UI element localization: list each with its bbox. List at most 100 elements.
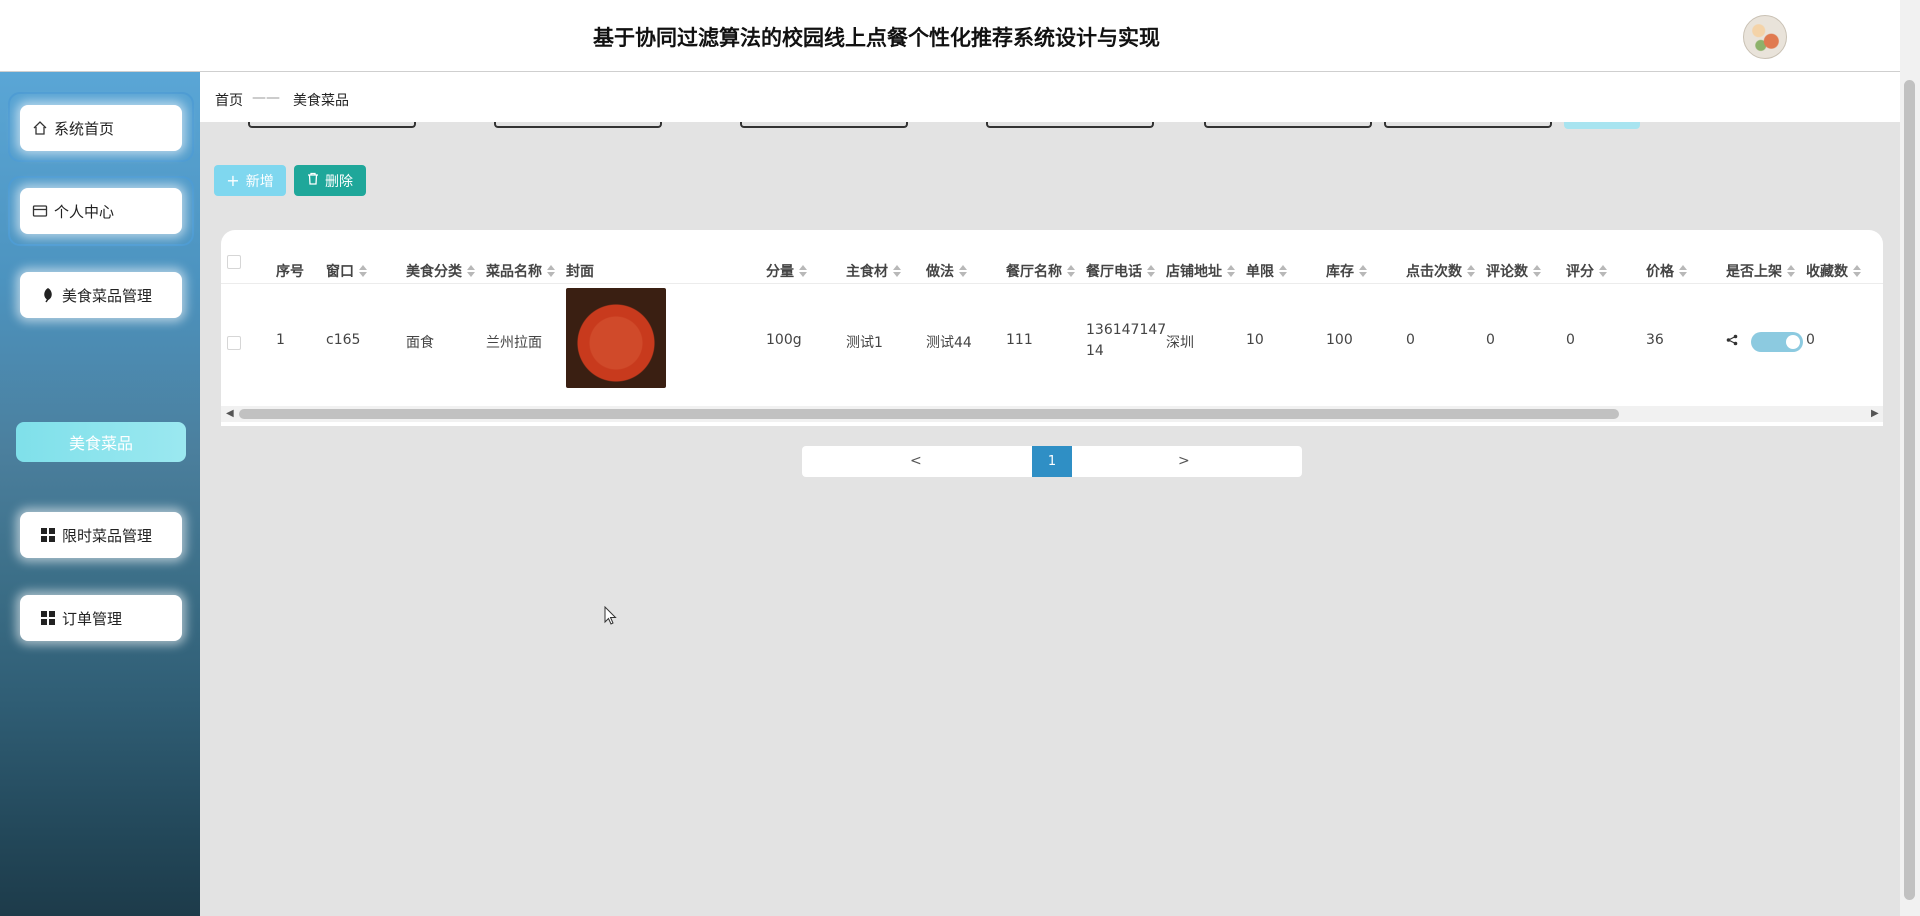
- scroll-left-icon[interactable]: ◀: [226, 408, 234, 419]
- grid-icon: [40, 610, 56, 626]
- share-icon[interactable]: [1726, 334, 1738, 350]
- column-header[interactable]: 餐厅名称: [1006, 261, 1075, 281]
- page-scrollbar-thumb[interactable]: [1904, 80, 1915, 900]
- cell-method: 测试44: [926, 335, 972, 351]
- breadcrumb-home[interactable]: 首页: [215, 90, 243, 110]
- cell-rating: 0: [1566, 332, 1575, 348]
- sort-icon[interactable]: [1279, 265, 1287, 277]
- cell-limit: 10: [1246, 332, 1264, 348]
- top-header: 基于协同过滤算法的校园线上点餐个性化推荐系统设计与实现: [0, 0, 1900, 72]
- add-button-label: 新增: [245, 173, 274, 190]
- sort-icon[interactable]: [1853, 265, 1861, 277]
- search-button[interactable]: [1564, 122, 1640, 129]
- sidebar-item-limited-food[interactable]: 限时菜品管理: [20, 512, 182, 558]
- next-page-button[interactable]: >: [1178, 453, 1190, 469]
- cell-price: 36: [1646, 332, 1664, 348]
- cell-clicks: 0: [1406, 332, 1415, 348]
- breadcrumb-separator: ——: [252, 90, 280, 106]
- sort-icon[interactable]: [1227, 265, 1235, 277]
- home-icon: [32, 120, 48, 136]
- breadcrumb: 首页 —— 美食菜品: [200, 72, 1900, 122]
- sidebar-item-orders[interactable]: 订单管理: [20, 595, 182, 641]
- sort-icon[interactable]: [799, 265, 807, 277]
- page-title: 基于协同过滤算法的校园线上点餐个性化推荐系统设计与实现: [593, 26, 1160, 50]
- column-header[interactable]: 收藏数: [1806, 261, 1861, 281]
- column-header: 封面: [566, 264, 594, 280]
- column-header[interactable]: 主食材: [846, 261, 901, 281]
- sidebar-item-profile[interactable]: 个人中心: [20, 188, 182, 234]
- cell-index: 1: [276, 332, 285, 348]
- column-header[interactable]: 做法: [926, 261, 967, 281]
- cell-comments: 0: [1486, 332, 1495, 348]
- mouse-cursor-icon: [604, 605, 618, 626]
- sort-icon[interactable]: [1359, 265, 1367, 277]
- column-header: 序号: [276, 264, 304, 280]
- sidebar-item-label: 个人中心: [54, 202, 115, 221]
- sort-icon[interactable]: [1599, 265, 1607, 277]
- sidebar-subitem-food[interactable]: 美食菜品: [16, 422, 186, 462]
- sidebar-item-label: 美食菜品管理: [62, 286, 153, 305]
- sort-icon[interactable]: [893, 265, 901, 277]
- sort-icon[interactable]: [359, 265, 367, 277]
- select-all-checkbox[interactable]: [227, 255, 241, 269]
- sort-icon[interactable]: [1679, 265, 1687, 277]
- sort-icon[interactable]: [1533, 265, 1541, 277]
- row-checkbox[interactable]: [227, 336, 241, 350]
- cell-window: c165: [326, 332, 361, 348]
- column-header[interactable]: 点击次数: [1406, 261, 1475, 281]
- cover-image[interactable]: [566, 288, 666, 388]
- on-shelf-toggle[interactable]: [1751, 332, 1803, 352]
- column-header[interactable]: 评论数: [1486, 261, 1541, 281]
- leaf-icon: [40, 287, 56, 303]
- cell-restaurant: 111: [1006, 332, 1033, 348]
- cell-portion: 100g: [766, 332, 802, 348]
- sidebar-item-label: 系统首页: [54, 119, 115, 138]
- cell-category: 面食: [406, 335, 434, 351]
- delete-button-label: 删除: [325, 173, 353, 190]
- column-header[interactable]: 是否上架: [1726, 261, 1795, 281]
- pagination: < 1 >: [802, 446, 1302, 477]
- column-header[interactable]: 窗口: [326, 261, 367, 281]
- page-scrollbar[interactable]: [1900, 0, 1920, 916]
- scroll-right-icon[interactable]: ▶: [1871, 408, 1879, 419]
- sidebar-item-food-management[interactable]: 美食菜品管理: [20, 272, 182, 318]
- sort-icon[interactable]: [1067, 265, 1075, 277]
- breadcrumb-current: 美食菜品: [293, 93, 349, 109]
- column-header[interactable]: 店铺地址: [1166, 261, 1235, 281]
- sort-icon[interactable]: [467, 265, 475, 277]
- cell-address: 深圳: [1166, 335, 1194, 351]
- cell-stock: 100: [1326, 332, 1353, 348]
- cell-name: 兰州拉面: [486, 335, 542, 351]
- plus-icon: +: [226, 171, 240, 190]
- column-header[interactable]: 分量: [766, 261, 807, 281]
- column-header[interactable]: 评分: [1566, 261, 1607, 281]
- sidebar-subitem-label: 美食菜品: [68, 434, 133, 453]
- sort-icon[interactable]: [959, 265, 967, 277]
- sidebar-item-home[interactable]: 系统首页: [20, 105, 182, 151]
- table-hscrollbar-thumb[interactable]: [239, 409, 1619, 419]
- avatar[interactable]: [1743, 15, 1787, 59]
- sort-icon[interactable]: [547, 265, 555, 277]
- table-hscrollbar[interactable]: ◀ ▶: [221, 406, 1883, 422]
- sidebar: 系统首页 个人中心 美食菜品管理 美食菜品 限时菜品管理 订单管理: [0, 72, 200, 916]
- table-divider: [221, 283, 1883, 284]
- cell-favorites: 0: [1806, 332, 1815, 348]
- column-header[interactable]: 餐厅电话: [1086, 261, 1155, 281]
- sort-icon[interactable]: [1147, 265, 1155, 277]
- card-icon: [32, 203, 48, 219]
- sort-icon[interactable]: [1467, 265, 1475, 277]
- column-header[interactable]: 库存: [1326, 261, 1367, 281]
- column-header[interactable]: 价格: [1646, 261, 1687, 281]
- prev-page-button[interactable]: <: [910, 453, 922, 469]
- cell-ingredient: 测试1: [846, 335, 883, 351]
- column-header[interactable]: 美食分类: [406, 261, 475, 281]
- sort-icon[interactable]: [1787, 265, 1795, 277]
- add-button[interactable]: + 新增: [214, 165, 286, 196]
- page-button-active[interactable]: 1: [1032, 446, 1072, 477]
- sidebar-item-label: 订单管理: [62, 609, 123, 628]
- grid-icon: [40, 527, 56, 543]
- delete-button[interactable]: 删除: [294, 165, 366, 196]
- trash-icon: [307, 172, 319, 189]
- column-header[interactable]: 菜品名称: [486, 261, 555, 281]
- column-header[interactable]: 单限: [1246, 261, 1287, 281]
